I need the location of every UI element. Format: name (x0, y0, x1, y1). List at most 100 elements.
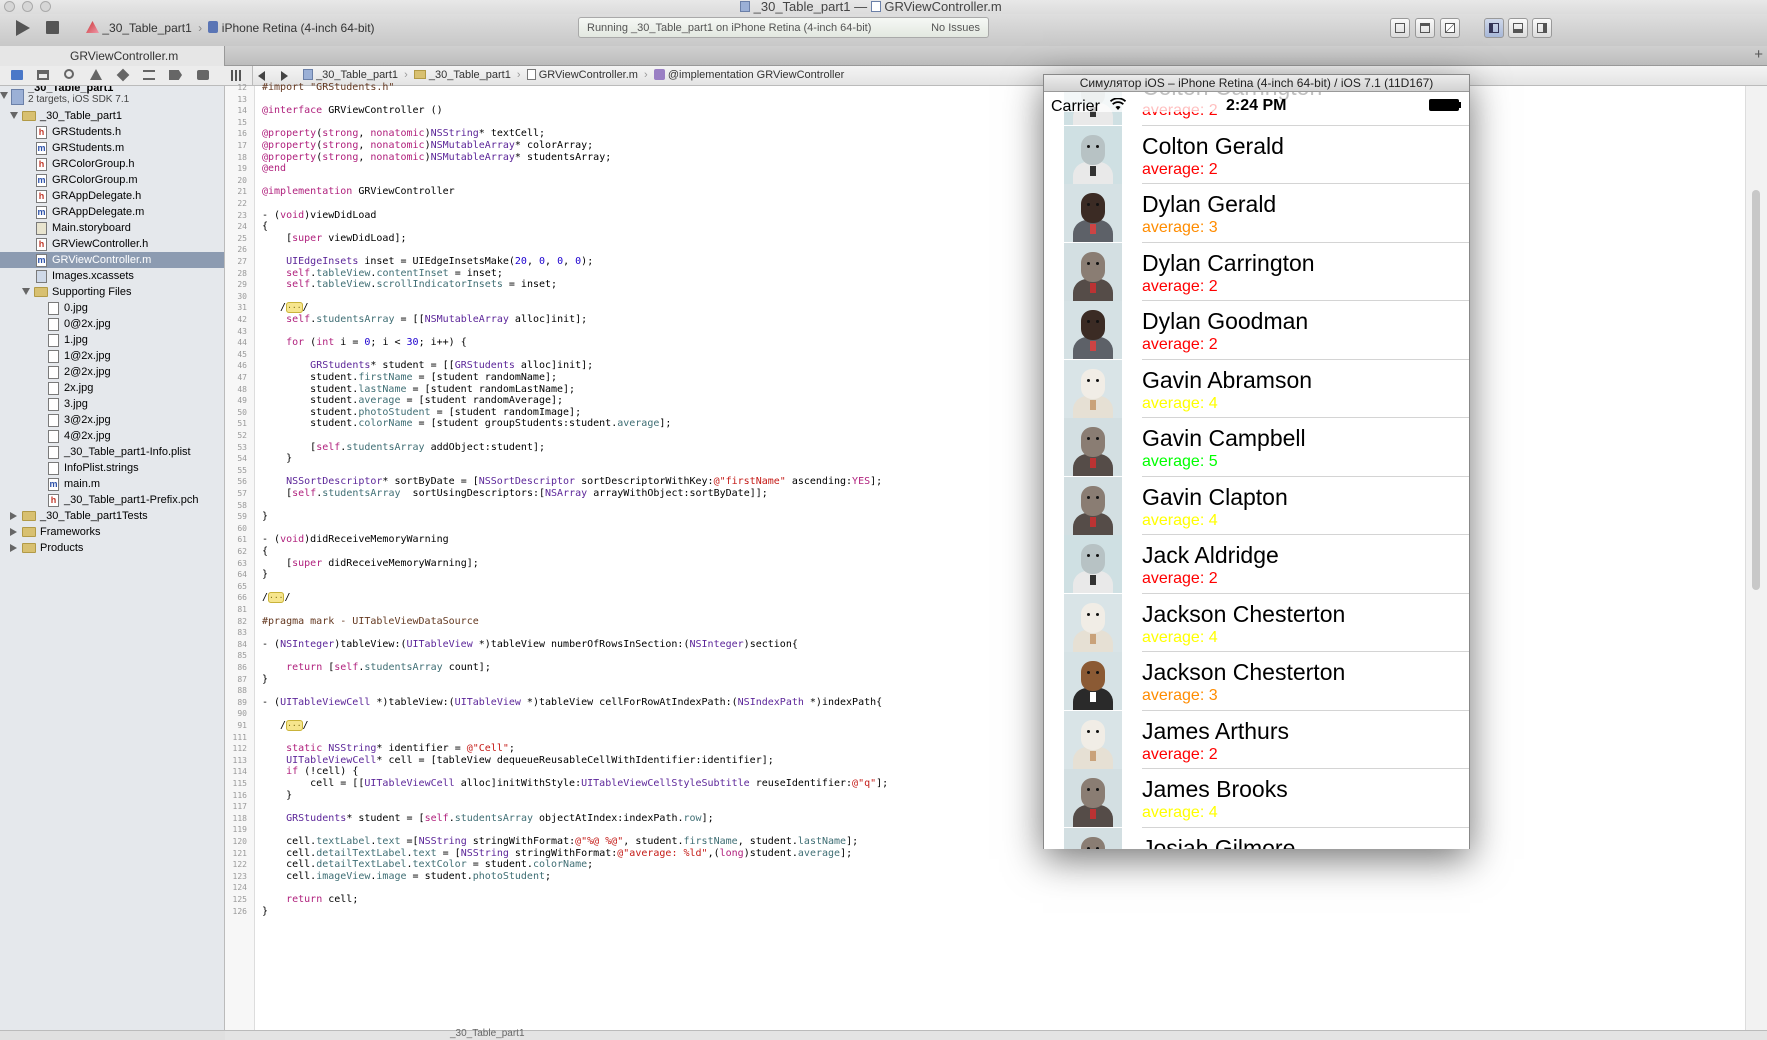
student-cell[interactable]: Dylan Gerald average: 3 (1044, 184, 1469, 243)
code-line[interactable]: } (262, 453, 292, 465)
code-line[interactable]: #pragma mark - UITableViewDataSource (262, 616, 479, 628)
project-root[interactable]: _30_Table_part1 2 targets, iOS SDK 7.1 (0, 86, 224, 108)
test-navigator-icon[interactable] (116, 68, 130, 82)
file-tree-item[interactable]: Images.xcassets (0, 268, 224, 284)
code-line[interactable]: } (262, 906, 268, 918)
code-line[interactable]: } (262, 569, 268, 581)
log-navigator-icon[interactable] (197, 70, 209, 80)
file-tree-item[interactable]: m GRColorGroup.m (0, 172, 224, 188)
file-tree-item[interactable]: Products (0, 540, 224, 556)
code-line[interactable]: cell.detailTextLabel.textColor = student… (262, 859, 593, 871)
code-line[interactable]: [super didReceiveMemoryWarning]; (262, 558, 479, 570)
forward-arrow-icon[interactable] (281, 71, 288, 81)
code-line[interactable]: UIEdgeInsets inset = UIEdgeInsetsMake(20… (262, 256, 593, 268)
file-tree-item[interactable]: _30_Table_part1-Info.plist (0, 444, 224, 460)
back-arrow-icon[interactable] (258, 71, 265, 81)
student-cell[interactable]: Jack Aldridge average: 2 (1044, 535, 1469, 594)
code-line[interactable]: #import "GRStudents.h" (262, 82, 394, 94)
file-tree-item[interactable]: Main.storyboard (0, 220, 224, 236)
crumb-file[interactable]: GRViewController.m (539, 69, 638, 81)
disclosure-open-icon[interactable] (10, 112, 18, 119)
code-line[interactable]: cell.imageView.image = student.photoStud… (262, 871, 551, 883)
code-line[interactable]: @property(strong, nonatomic)NSMutableArr… (262, 140, 593, 152)
code-line[interactable]: if (!cell) { (262, 766, 358, 778)
file-tree-item[interactable]: _30_Table_part1Tests (0, 508, 224, 524)
code-line[interactable]: /···/ (262, 720, 309, 732)
code-line[interactable]: return [self.studentsArray count]; (262, 662, 491, 674)
code-line[interactable]: static NSString* identifier = @"Cell"; (262, 743, 515, 755)
utilities-toggle-button[interactable] (1532, 18, 1552, 38)
code-line[interactable]: - (NSInteger)tableView:(UITableView *)ta… (262, 639, 798, 651)
file-tree-item[interactable]: 2x.jpg (0, 380, 224, 396)
file-tree-item[interactable]: m GRAppDelegate.m (0, 204, 224, 220)
code-line[interactable]: } (262, 790, 292, 802)
navigator-toggle-button[interactable] (1484, 18, 1504, 38)
code-line[interactable]: NSSortDescriptor* sortByDate = [NSSortDe… (262, 476, 882, 488)
file-tree-item[interactable]: h _30_Table_part1-Prefix.pch (0, 492, 224, 508)
code-line[interactable]: - (void)viewDidLoad (262, 210, 376, 222)
standard-editor-button[interactable] (1390, 18, 1410, 38)
student-cell[interactable]: Jackson Chesterton average: 3 (1044, 652, 1469, 711)
code-line[interactable]: @implementation GRViewController (262, 186, 455, 198)
code-line[interactable]: { (262, 546, 268, 558)
issue-navigator-icon[interactable] (90, 69, 102, 80)
file-tree-item[interactable]: 0.jpg (0, 300, 224, 316)
file-tree-item[interactable]: 1.jpg (0, 332, 224, 348)
code-line[interactable]: GRStudents* student = [[GRStudents alloc… (262, 360, 593, 372)
file-tree-item[interactable]: 3.jpg (0, 396, 224, 412)
code-line[interactable]: student.colorName = [student groupStuden… (262, 418, 671, 430)
code-line[interactable]: return cell; (262, 894, 358, 906)
scroll-thumb[interactable] (1752, 190, 1760, 590)
file-tree-item[interactable]: h GRColorGroup.h (0, 156, 224, 172)
code-line[interactable]: @property(strong, nonatomic)NSMutableArr… (262, 152, 611, 164)
breakpoint-navigator-icon[interactable] (169, 70, 182, 80)
file-tree-item[interactable]: h GRAppDelegate.h (0, 188, 224, 204)
code-line[interactable]: [self.studentsArray addObject:student]; (262, 442, 545, 454)
disclosure-closed-icon[interactable] (10, 528, 17, 536)
code-line[interactable]: @end (262, 163, 286, 175)
student-cell[interactable]: Colton Gerald average: 2 (1044, 125, 1469, 184)
code-line[interactable]: self.tableView.contentInset = inset; (262, 268, 503, 280)
project-navigator-icon[interactable] (11, 70, 23, 80)
crumb-symbol[interactable]: @implementation GRViewController (668, 69, 844, 81)
file-tree-item[interactable]: Frameworks (0, 524, 224, 540)
code-line[interactable]: self.tableView.scrollIndicatorInsets = i… (262, 279, 557, 291)
file-tree-item[interactable]: 1@2x.jpg (0, 348, 224, 364)
code-line[interactable]: cell.detailTextLabel.text = [NSString st… (262, 848, 852, 860)
find-navigator-icon[interactable] (64, 69, 74, 79)
assistant-editor-button[interactable] (1415, 18, 1435, 38)
crumb-group[interactable]: _30_Table_part1 (429, 69, 511, 81)
tab-grviewcontroller[interactable]: GRViewController.m (0, 46, 225, 66)
file-tree-item[interactable]: 2@2x.jpg (0, 364, 224, 380)
stop-button[interactable] (46, 21, 59, 34)
file-tree-item[interactable]: Supporting Files (0, 284, 224, 300)
code-line[interactable]: [self.studentsArray sortUsingDescriptors… (262, 488, 768, 500)
code-line[interactable]: { (262, 221, 268, 233)
run-button[interactable] (16, 20, 30, 36)
student-cell[interactable]: James Arthurs average: 2 (1044, 710, 1469, 769)
file-tree-item[interactable]: m GRStudents.m (0, 140, 224, 156)
student-cell[interactable]: James Brooks average: 4 (1044, 769, 1469, 828)
code-line[interactable]: /···/ (262, 302, 309, 314)
file-tree-item[interactable]: 0@2x.jpg (0, 316, 224, 332)
related-items-icon[interactable] (231, 70, 243, 81)
code-line[interactable]: GRStudents* student = [self.studentsArra… (262, 813, 714, 825)
file-tree-item[interactable]: _30_Table_part1 (0, 108, 224, 124)
code-line[interactable]: - (void)didReceiveMemoryWarning (262, 534, 449, 546)
editor-scrollbar[interactable] (1745, 86, 1767, 1030)
file-tree-item[interactable]: h GRViewController.h (0, 236, 224, 252)
code-line[interactable]: cell.textLabel.text =[NSString stringWit… (262, 836, 858, 848)
student-cell[interactable]: Dylan Goodman average: 2 (1044, 301, 1469, 360)
code-line[interactable]: } (262, 674, 268, 686)
crumb-project[interactable]: _30_Table_part1 (316, 69, 398, 81)
version-editor-button[interactable] (1440, 18, 1460, 38)
window-zoom-button[interactable] (40, 1, 51, 12)
disclosure-closed-icon[interactable] (10, 512, 17, 520)
file-tree-item[interactable]: h GRStudents.h (0, 124, 224, 140)
students-table[interactable]: Colton Carringtonaverage: 2Colton Gerald… (1044, 92, 1469, 849)
code-line[interactable]: student.lastName = [student randomLastNa… (262, 384, 575, 396)
code-line[interactable]: cell = [[UITableViewCell alloc]initWithS… (262, 778, 888, 790)
student-cell[interactable]: Gavin Clapton average: 4 (1044, 476, 1469, 535)
disclosure-closed-icon[interactable] (10, 544, 17, 552)
code-line[interactable]: @interface GRViewController () (262, 105, 443, 117)
